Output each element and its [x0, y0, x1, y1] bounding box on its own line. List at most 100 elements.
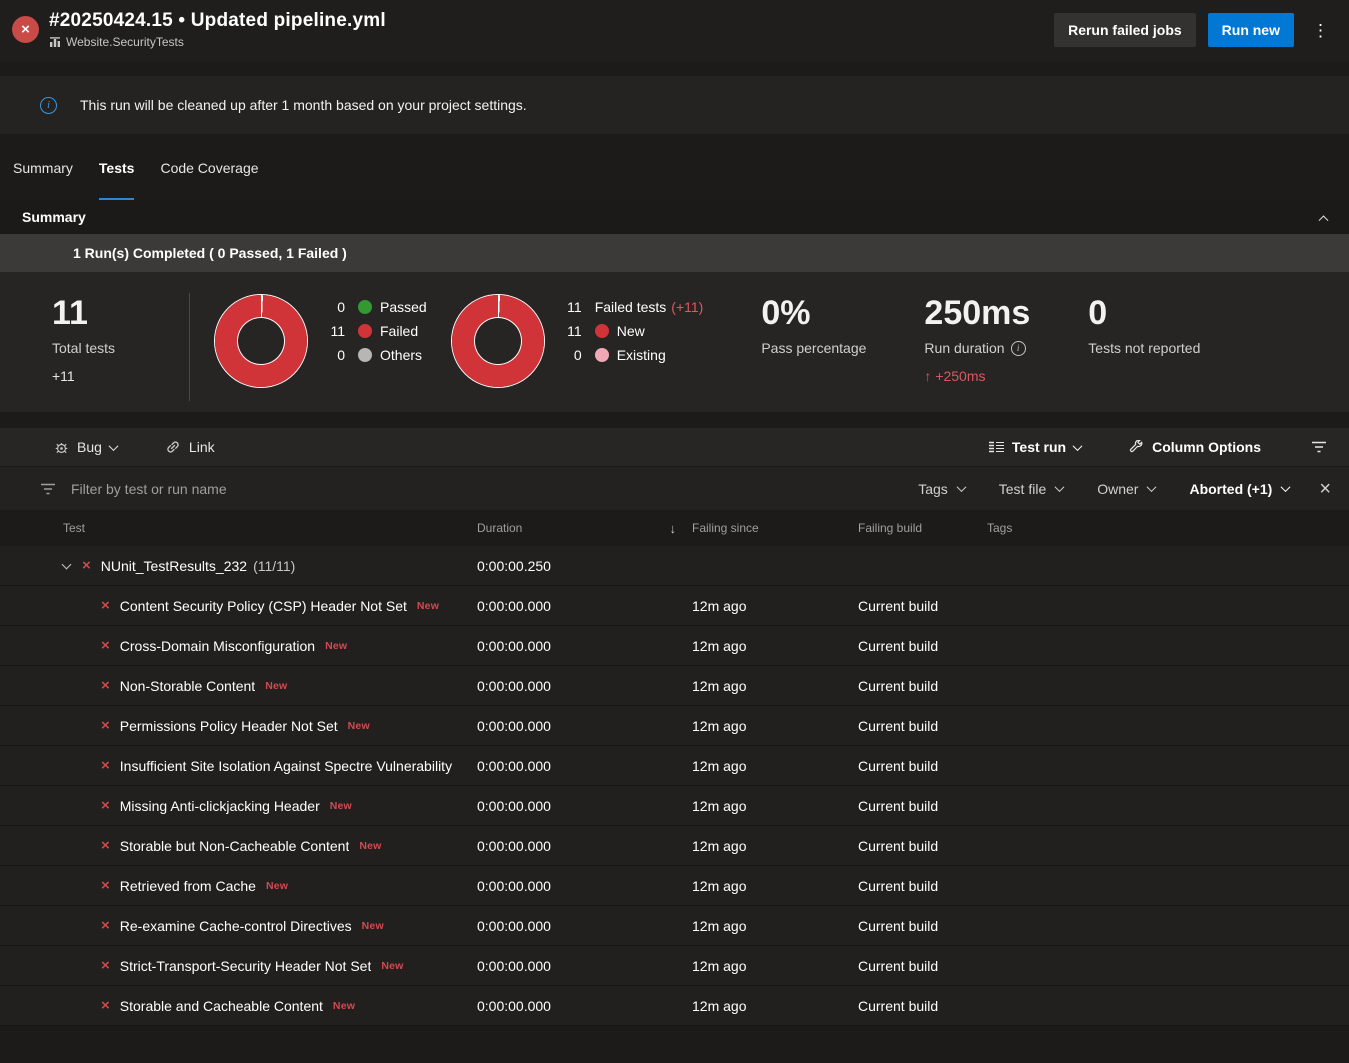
failed-tests-donut-chart	[452, 295, 544, 387]
list-icon	[989, 441, 1004, 454]
up-arrow-icon: ↑	[924, 368, 931, 384]
failed-status-icon: ×	[12, 16, 39, 43]
sort-descending-icon[interactable]: ↓	[670, 521, 677, 536]
group-name: NUnit_TestResults_232	[101, 558, 247, 574]
failed-tests-legend: 11 Failed tests (+11) 11 New 0 Existing	[560, 299, 704, 363]
filter-toggle-button[interactable]	[1303, 441, 1327, 453]
column-header-failing-since[interactable]: Failing since	[692, 521, 858, 535]
table-row[interactable]: × Content Security Policy (CSP) Header N…	[0, 586, 1349, 626]
failing-since: 12m ago	[692, 998, 858, 1014]
duration-info-icon[interactable]: i	[1011, 341, 1026, 356]
tests-not-reported-block: 0 Tests not reported	[1088, 295, 1200, 356]
table-row[interactable]: × Insufficient Site Isolation Against Sp…	[0, 746, 1349, 786]
table-row[interactable]: × Permissions Policy Header Not Set New …	[0, 706, 1349, 746]
new-badge: New	[325, 640, 347, 652]
test-name: Storable and Cacheable Content	[120, 998, 323, 1014]
filter-input[interactable]	[71, 481, 884, 497]
test-name: Storable but Non-Cacheable Content	[120, 838, 350, 854]
new-badge: New	[266, 880, 288, 892]
column-header-test[interactable]: Test	[0, 521, 477, 535]
run-new-button[interactable]: Run new	[1208, 13, 1294, 47]
runs-completed-strip: 1 Run(s) Completed ( 0 Passed, 1 Failed …	[0, 234, 1349, 272]
column-header-failing-build[interactable]: Failing build	[858, 521, 977, 535]
failing-build: Current build	[858, 878, 977, 894]
filter-dropdown[interactable]: Test file	[999, 481, 1063, 497]
filter-bar: Tags Test file Owner Aborted (+1) ×	[0, 466, 1349, 510]
run-duration-delta: +250ms	[935, 368, 985, 384]
column-header-tags[interactable]: Tags	[977, 521, 1349, 535]
chevron-down-icon	[956, 482, 966, 492]
test-duration: 0:00:00.000	[477, 598, 692, 614]
failing-since: 12m ago	[692, 878, 858, 894]
group-count: (11/11)	[253, 558, 295, 574]
expand-chevron-icon[interactable]	[62, 559, 72, 569]
pass-percentage-label: Pass percentage	[761, 340, 866, 356]
table-row[interactable]: × Non-Storable Content New 0:00:00.000 1…	[0, 666, 1349, 706]
not-reported-label: Tests not reported	[1088, 340, 1200, 356]
new-badge: New	[417, 600, 439, 612]
test-results-legend: 0 Passed 11 Failed 0 Others	[323, 299, 427, 363]
failed-x-icon: ×	[101, 717, 110, 734]
failing-since: 12m ago	[692, 838, 858, 854]
failing-since: 12m ago	[692, 638, 858, 654]
failing-build: Current build	[858, 758, 977, 774]
run-duration-value: 250ms	[924, 295, 1030, 332]
chevron-down-icon	[1147, 482, 1157, 492]
test-name: Re-examine Cache-control Directives	[120, 918, 352, 934]
failed-x-icon: ×	[101, 637, 110, 654]
column-header-duration[interactable]: Duration	[477, 521, 522, 535]
chevron-down-icon	[1281, 482, 1291, 492]
test-results-donut-chart	[215, 295, 307, 387]
run-header: × #20250424.15 • Updated pipeline.yml We…	[0, 0, 1349, 62]
filter-dropdown[interactable]: Owner	[1097, 481, 1155, 497]
failing-since: 12m ago	[692, 918, 858, 934]
table-row[interactable]: × Strict-Transport-Security Header Not S…	[0, 946, 1349, 986]
bug-menu-button[interactable]: Bug	[46, 439, 125, 455]
pass-percentage-value: 0%	[761, 295, 866, 332]
failing-build: Current build	[858, 638, 977, 654]
more-options-icon[interactable]: ⋮	[1306, 18, 1335, 43]
table-row[interactable]: × Storable but Non-Cacheable Content New…	[0, 826, 1349, 866]
chevron-down-icon	[1055, 482, 1065, 492]
test-name: Retrieved from Cache	[120, 878, 256, 894]
filter-dropdown[interactable]: Aborted (+1)	[1189, 481, 1289, 497]
clear-filter-icon[interactable]: ×	[1319, 479, 1331, 499]
pass-percentage-block: 0% Pass percentage	[761, 295, 866, 356]
rerun-failed-jobs-button[interactable]: Rerun failed jobs	[1054, 13, 1196, 47]
retention-banner: i This run will be cleaned up after 1 mo…	[0, 76, 1349, 134]
table-row[interactable]: × Storable and Cacheable Content New 0:0…	[0, 986, 1349, 1026]
legend-item: 0 Existing	[560, 347, 704, 363]
test-run-group-row[interactable]: × NUnit_TestResults_232 (11/11) 0:00:00.…	[0, 546, 1349, 586]
filter-dropdown[interactable]: Tags	[918, 481, 965, 497]
tab[interactable]: Code Coverage	[160, 160, 258, 200]
test-duration: 0:00:00.000	[477, 678, 692, 694]
tab[interactable]: Tests	[99, 160, 135, 200]
group-duration: 0:00:00.250	[477, 558, 692, 574]
test-duration: 0:00:00.000	[477, 798, 692, 814]
pipeline-name[interactable]: Website.SecurityTests	[66, 35, 184, 49]
info-icon: i	[40, 97, 57, 114]
table-row[interactable]: × Re-examine Cache-control Directives Ne…	[0, 906, 1349, 946]
legend-dot	[595, 324, 609, 338]
tab[interactable]: Summary	[13, 160, 73, 200]
total-tests-value: 11	[52, 295, 157, 332]
column-options-button[interactable]: Column Options	[1121, 439, 1269, 455]
failing-since: 12m ago	[692, 598, 858, 614]
test-run-grouping-button[interactable]: Test run	[981, 439, 1089, 455]
test-name: Strict-Transport-Security Header Not Set	[120, 958, 372, 974]
failed-x-icon: ×	[101, 837, 110, 854]
table-row[interactable]: × Retrieved from Cache New 0:00:00.000 1…	[0, 866, 1349, 906]
collapse-chevron-icon[interactable]	[1319, 215, 1329, 225]
test-rows: × Content Security Policy (CSP) Header N…	[0, 586, 1349, 1026]
failed-x-icon: ×	[82, 557, 91, 574]
legend-dot	[358, 324, 372, 338]
failing-since: 12m ago	[692, 958, 858, 974]
summary-section-header[interactable]: Summary	[0, 200, 1349, 234]
divider	[189, 293, 190, 401]
table-row[interactable]: × Cross-Domain Misconfiguration New 0:00…	[0, 626, 1349, 666]
failing-build: Current build	[858, 958, 977, 974]
failed-x-icon: ×	[101, 997, 110, 1014]
link-button[interactable]: Link	[157, 439, 223, 455]
table-row[interactable]: × Missing Anti-clickjacking Header New 0…	[0, 786, 1349, 826]
runs-completed-text: 1 Run(s) Completed ( 0 Passed, 1 Failed …	[73, 245, 347, 261]
